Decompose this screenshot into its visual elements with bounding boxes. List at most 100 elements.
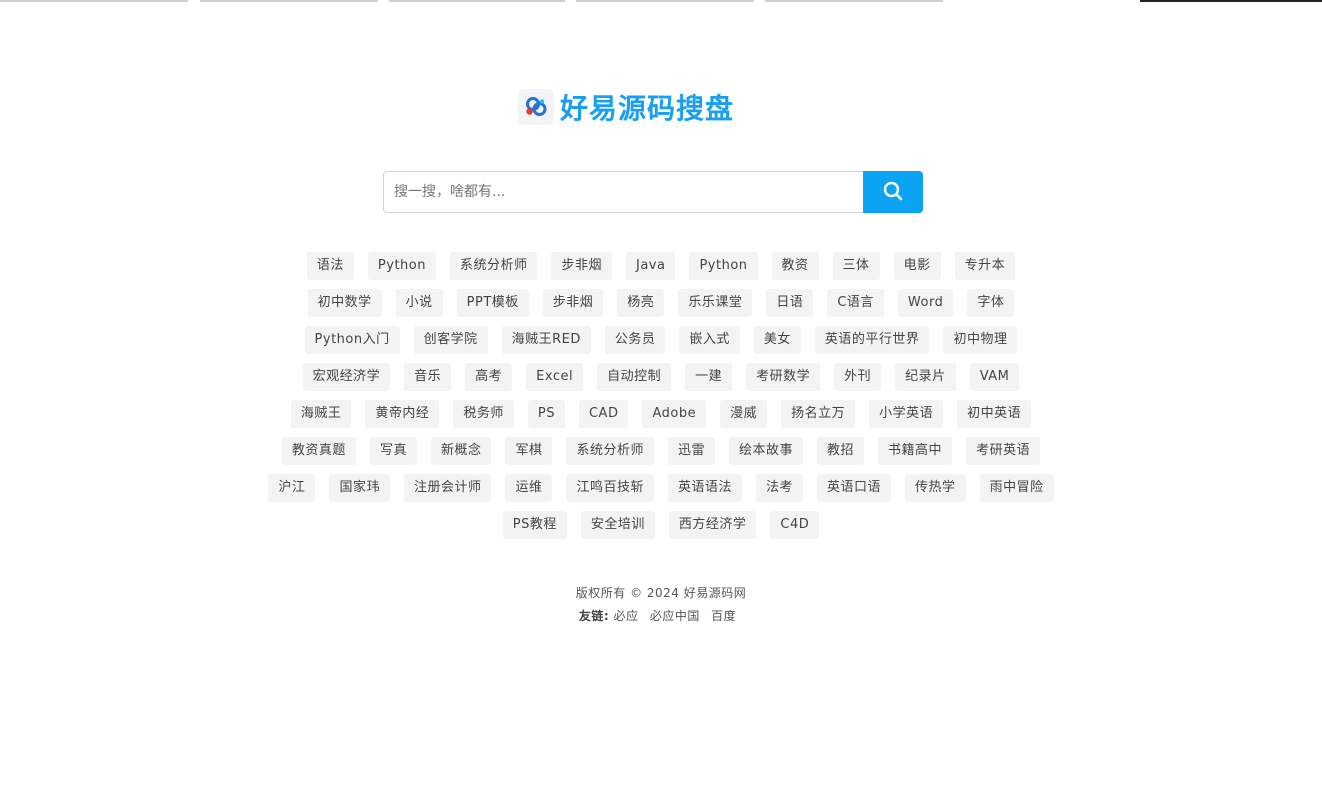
tag-link[interactable]: 三体 — [832, 252, 880, 280]
tag-link[interactable]: PS — [527, 400, 565, 428]
tag-link[interactable]: 考研英语 — [966, 437, 1041, 465]
tag-link[interactable]: 海贼王RED — [501, 326, 591, 354]
tag-link[interactable]: CAD — [578, 400, 629, 428]
tag-link[interactable]: 宏观经济学 — [302, 363, 391, 391]
tag-link[interactable]: 音乐 — [404, 363, 452, 391]
tag-link[interactable]: 运维 — [505, 474, 553, 502]
search-form — [383, 171, 923, 213]
tag-link[interactable]: 步非烟 — [551, 252, 612, 280]
top-strip-segment — [1140, 0, 1322, 2]
tag-link[interactable]: 英语语法 — [668, 474, 743, 502]
tag-link[interactable]: 法考 — [756, 474, 804, 502]
tag-link[interactable]: 初中物理 — [943, 326, 1018, 354]
tag-link[interactable]: 自动控制 — [597, 363, 672, 391]
tag-row: 宏观经济学 音乐 高考 Excel 自动控制 一建 考研数学 外刊 纪录片 VAM — [200, 363, 1122, 391]
copyright-text: 版权所有 © 2024 好易源码网 — [575, 586, 747, 600]
tag-row: PS教程 安全培训 西方经济学 C4D — [200, 511, 1122, 539]
tag-link[interactable]: 注册会计师 — [403, 474, 492, 502]
friend-link-bing[interactable]: 必应 — [613, 609, 638, 623]
tag-link[interactable]: Python入门 — [304, 326, 400, 354]
cloud-link-icon — [518, 89, 554, 125]
tag-link[interactable]: 一建 — [685, 363, 733, 391]
tag-link[interactable]: 初中数学 — [307, 289, 382, 317]
tag-row: 初中数学 小说 PPT模板 步非烟 杨亮 乐乐课堂 日语 C语言 Word 字体 — [200, 289, 1122, 317]
search-icon — [883, 181, 903, 204]
tag-link[interactable]: PS教程 — [502, 511, 567, 539]
tag-link[interactable]: 海贼王 — [290, 400, 352, 428]
tag-link[interactable]: 国家玮 — [329, 474, 390, 502]
tag-link[interactable]: 系统分析师 — [566, 437, 654, 465]
tag-row: 海贼王 黄帝内经 税务师 PS CAD Adobe 漫威 扬名立万 小学英语 初中英语 — [200, 400, 1122, 428]
tag-link[interactable]: 乐乐课堂 — [678, 289, 753, 317]
tag-link[interactable]: 英语口语 — [817, 474, 892, 502]
tag-link[interactable]: 传热学 — [905, 474, 966, 502]
top-loading-strip — [0, 0, 1322, 2]
tag-link[interactable]: Adobe — [642, 400, 707, 428]
top-strip-segment — [765, 0, 943, 2]
tag-link[interactable]: 英语的平行世界 — [814, 326, 930, 354]
tag-link[interactable]: 江鸣百技斩 — [566, 474, 654, 502]
tag-link[interactable]: 军棋 — [505, 437, 553, 465]
site-logo[interactable]: 好易源码搜盘 — [518, 86, 734, 128]
tag-link[interactable]: Python — [367, 252, 436, 280]
tag-link[interactable]: 教资 — [771, 252, 819, 280]
tag-link[interactable]: 沪江 — [268, 474, 316, 502]
tag-link[interactable]: C4D — [770, 511, 820, 539]
friend-links-label: 友链: — [578, 609, 610, 623]
tag-link[interactable]: Python — [689, 252, 758, 280]
tag-link[interactable]: 专升本 — [954, 252, 1016, 280]
tag-row: 沪江 国家玮 注册会计师 运维 江鸣百技斩 英语语法 法考 英语口语 传热学 雨中冒险 — [200, 474, 1122, 502]
tag-link[interactable]: VAM — [969, 363, 1020, 391]
tag-link[interactable]: 雨中冒险 — [979, 474, 1054, 502]
top-strip-segment — [200, 0, 378, 2]
tag-link[interactable]: 步非烟 — [542, 289, 604, 317]
tag-link[interactable]: 公务员 — [604, 326, 666, 354]
friend-link-bing-china[interactable]: 必应中国 — [650, 609, 700, 623]
tag-link[interactable]: 写真 — [369, 437, 417, 465]
tag-link[interactable]: 教招 — [817, 437, 865, 465]
tag-link[interactable]: PPT模板 — [456, 289, 529, 317]
tag-link[interactable]: 初中英语 — [957, 400, 1032, 428]
friend-links: 友链: 必应 必应中国 百度 — [0, 607, 1322, 625]
tag-link[interactable]: 税务师 — [453, 400, 514, 428]
tag-link[interactable]: 高考 — [465, 363, 513, 391]
tag-link[interactable]: 考研数学 — [746, 363, 821, 391]
hot-tags: 语法 Python 系统分析师 步非烟 Java Python 教资 三体 电影 专升本 初中数学小… — [200, 252, 1122, 548]
tag-link[interactable]: 书籍高中 — [878, 437, 953, 465]
tag-link[interactable]: 西方经济学 — [668, 511, 757, 539]
tag-row: 教资真题 写真 新概念 军棋 系统分析师 迅雷 绘本故事 教招 书籍高中 考研英语 — [200, 437, 1122, 465]
tag-link[interactable]: 电影 — [893, 252, 941, 280]
tag-link[interactable]: 嵌入式 — [679, 326, 740, 354]
tag-link[interactable]: 创客学院 — [413, 326, 488, 354]
tag-link[interactable]: 小学英语 — [869, 400, 944, 428]
tag-link[interactable]: Excel — [526, 363, 584, 391]
friend-link-baidu[interactable]: 百度 — [711, 609, 736, 623]
tag-link[interactable]: 系统分析师 — [449, 252, 538, 280]
tag-link[interactable]: 美女 — [753, 326, 801, 354]
tag-link[interactable]: 新概念 — [430, 437, 492, 465]
search-input[interactable] — [383, 171, 863, 213]
tag-link[interactable]: 漫威 — [720, 400, 768, 428]
tag-link[interactable]: Word — [897, 289, 954, 317]
top-strip-segment — [0, 0, 188, 2]
tag-link[interactable]: Java — [626, 252, 676, 280]
tag-row: 语法 Python 系统分析师 步非烟 Java Python 教资 三体 电影 专升本 — [200, 252, 1122, 280]
tag-link[interactable]: 扬名立万 — [781, 400, 856, 428]
site-title: 好易源码搜盘 — [560, 92, 735, 125]
tag-link[interactable]: 日语 — [766, 289, 814, 317]
tag-link[interactable]: 黄帝内经 — [365, 400, 440, 428]
tag-link[interactable]: 语法 — [306, 252, 354, 280]
tag-link[interactable]: 杨亮 — [617, 289, 665, 317]
tag-link[interactable]: 迅雷 — [668, 437, 716, 465]
tag-link[interactable]: 小说 — [395, 289, 443, 317]
tag-link[interactable]: 字体 — [967, 289, 1015, 317]
tag-link[interactable]: 纪录片 — [895, 363, 956, 391]
top-strip-segment — [576, 0, 754, 2]
top-strip-segment — [389, 0, 565, 2]
tag-link[interactable]: 外刊 — [834, 363, 882, 391]
tag-link[interactable]: 绘本故事 — [729, 437, 804, 465]
tag-link[interactable]: 安全培训 — [580, 511, 655, 539]
search-button[interactable] — [863, 171, 923, 213]
tag-link[interactable]: C语言 — [827, 289, 884, 317]
tag-link[interactable]: 教资真题 — [281, 437, 356, 465]
